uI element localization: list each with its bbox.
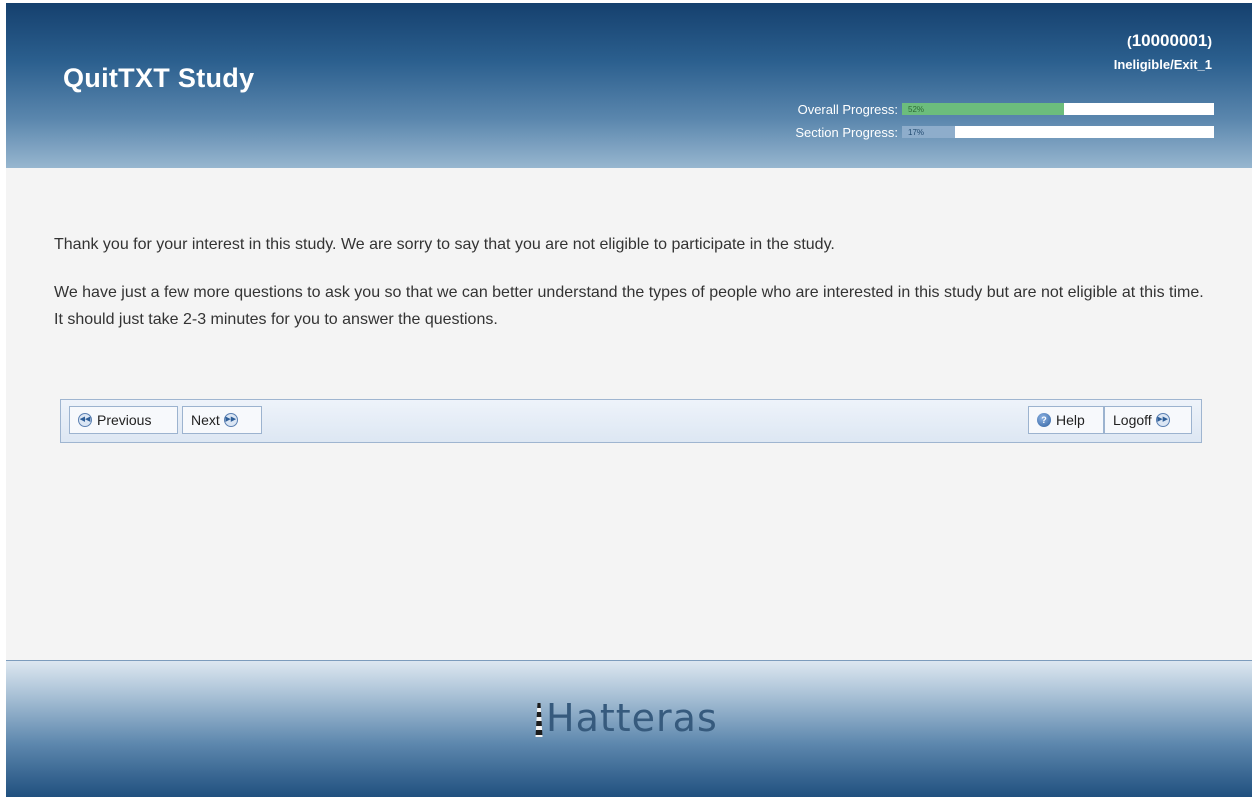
- previous-button[interactable]: ◀◀ Previous: [69, 406, 178, 434]
- section-progress-percent: 17%: [908, 128, 925, 137]
- main-content: Thank you for your interest in this stud…: [54, 231, 1214, 354]
- header-banner: QuitTXT Study (10000001) Ineligible/Exit…: [6, 3, 1252, 168]
- next-button[interactable]: Next ▶▶: [182, 406, 262, 434]
- status-label: Ineligible/Exit_1: [1113, 57, 1212, 72]
- help-circle-icon: ?: [1037, 413, 1051, 427]
- overall-progress-row: Overall Progress: 52%: [798, 101, 1214, 117]
- overall-progress-percent: 52%: [908, 105, 925, 114]
- section-progress-row: Section Progress: 17%: [795, 124, 1214, 140]
- overall-progress-bar: 52%: [902, 103, 1214, 115]
- participant-id: (10000001): [1127, 31, 1212, 51]
- rewind-circle-icon: ◀◀: [78, 413, 92, 427]
- fast-forward-circle-icon: ▶▶: [1155, 413, 1170, 427]
- navigation-bar: ◀◀ Previous Next ▶▶ ? Help Logoff ▶▶: [60, 399, 1202, 443]
- participant-id-close-paren: ): [1207, 33, 1212, 49]
- overall-progress-label: Overall Progress:: [797, 101, 898, 117]
- hatteras-logo-text: Hatteras: [546, 696, 718, 740]
- section-progress-label: Section Progress:: [795, 124, 898, 140]
- logoff-button-label: Logoff: [1113, 412, 1152, 428]
- section-progress-bar: 17%: [902, 126, 1214, 138]
- lighthouse-icon: [535, 703, 543, 737]
- help-button-label: Help: [1056, 412, 1085, 428]
- hatteras-logo: Hatteras: [534, 699, 718, 737]
- app-title: QuitTXT Study: [63, 63, 255, 93]
- ineligible-message: Thank you for your interest in this stud…: [54, 236, 835, 253]
- next-button-label: Next: [191, 412, 220, 428]
- logoff-button[interactable]: Logoff ▶▶: [1104, 406, 1192, 434]
- app-frame: QuitTXT Study (10000001) Ineligible/Exit…: [6, 3, 1252, 797]
- footer-banner: Hatteras: [6, 660, 1252, 797]
- participant-id-value: 10000001: [1131, 31, 1208, 50]
- overall-progress-fill: [902, 103, 1065, 115]
- fast-forward-circle-icon: ▶▶: [223, 413, 238, 427]
- previous-button-label: Previous: [97, 412, 152, 428]
- help-button[interactable]: ? Help: [1028, 406, 1104, 434]
- followup-message: We have just a few more questions to ask…: [54, 284, 1204, 328]
